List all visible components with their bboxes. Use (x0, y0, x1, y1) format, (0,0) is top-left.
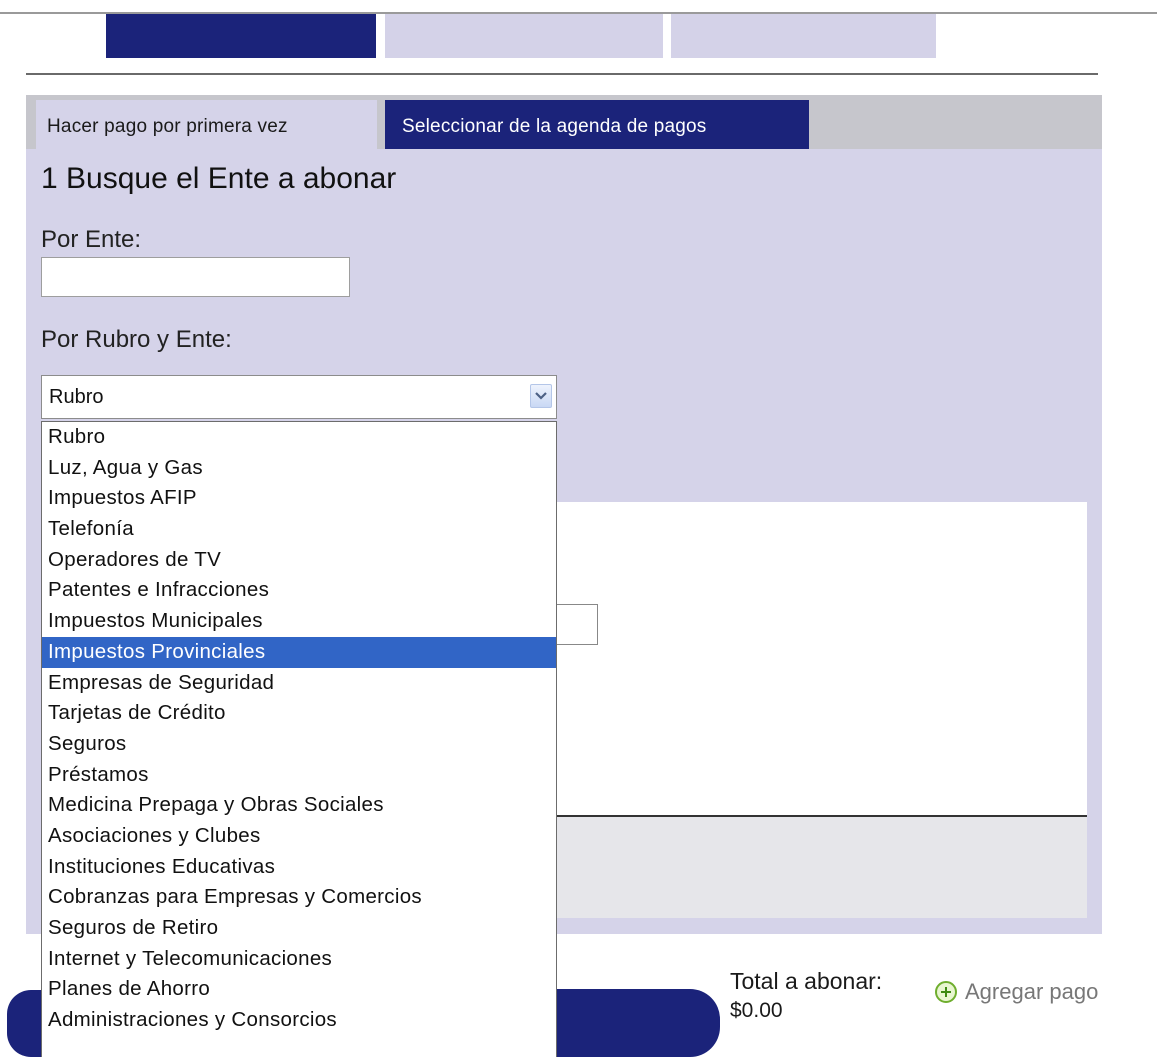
step-indicator-1 (106, 14, 376, 58)
by-entity-label: Por Ente: (41, 226, 142, 253)
add-payment-label: Agregar pago (965, 979, 1099, 1004)
dropdown-option[interactable]: Patentes e Infracciones (42, 575, 556, 606)
total-value: $0.00 (730, 999, 783, 1022)
page: Hacer pago por primera vez Seleccionar d… (0, 0, 1157, 1057)
dropdown-option[interactable]: Préstamos (42, 760, 556, 791)
lower-area (528, 817, 1087, 918)
dropdown-option[interactable]: Administraciones y Consorcios (42, 1005, 556, 1036)
dropdown-option[interactable]: Internet y Telecomunicaciones (42, 944, 556, 975)
plus-circle-icon (935, 981, 957, 1003)
category-select-value: Rubro (49, 386, 104, 408)
section-title: 1 Busque el Ente a abonar (41, 162, 397, 195)
continue-button[interactable] (548, 989, 720, 1057)
dropdown-option[interactable]: Seguros (42, 729, 556, 760)
divider (26, 73, 1098, 75)
dropdown-option[interactable]: Impuestos AFIP (42, 483, 556, 514)
dropdown-option[interactable]: Asociaciones y Clubes (42, 821, 556, 852)
step-indicator-3 (671, 14, 936, 58)
dropdown-option[interactable]: Cobranzas para Empresas y Comercios (42, 882, 556, 913)
dropdown-option[interactable]: Seguros de Retiro (42, 913, 556, 944)
dropdown-option[interactable]: Empresas de Seguridad (42, 668, 556, 699)
chevron-down-icon[interactable] (530, 384, 552, 408)
step-indicator-2 (385, 14, 663, 58)
dropdown-option[interactable]: Telefonía (42, 514, 556, 545)
tab-first-time-payment[interactable]: Hacer pago por primera vez (36, 100, 377, 149)
dropdown-option[interactable]: Tarjetas de Crédito (42, 698, 556, 729)
dropdown-option[interactable]: Operadores de TV (42, 545, 556, 576)
add-payment-link[interactable]: Agregar pago (935, 975, 1098, 1009)
dropdown-option[interactable]: Impuestos Municipales (42, 606, 556, 637)
tab-payment-agenda[interactable]: Seleccionar de la agenda de pagos (385, 100, 809, 149)
by-category-label: Por Rubro y Ente: (41, 326, 232, 353)
dropdown-option[interactable]: Planes de Ahorro (42, 974, 556, 1005)
dropdown-option[interactable]: Instituciones Educativas (42, 852, 556, 883)
dropdown-option[interactable]: Luz, Agua y Gas (42, 453, 556, 484)
category-dropdown-list[interactable]: Rubro Luz, Agua y Gas Impuestos AFIP Telefo… (41, 421, 557, 1057)
dropdown-option[interactable]: Medicina Prepaga y Obras Sociales (42, 790, 556, 821)
total-label: Total a abonar: (730, 968, 883, 994)
dropdown-option[interactable]: Impuestos Provinciales (42, 636, 556, 668)
results-area (528, 502, 1087, 816)
entity-search-input[interactable] (41, 257, 350, 297)
dropdown-option[interactable]: Rubro (42, 422, 556, 453)
category-select[interactable]: Rubro (41, 375, 557, 419)
